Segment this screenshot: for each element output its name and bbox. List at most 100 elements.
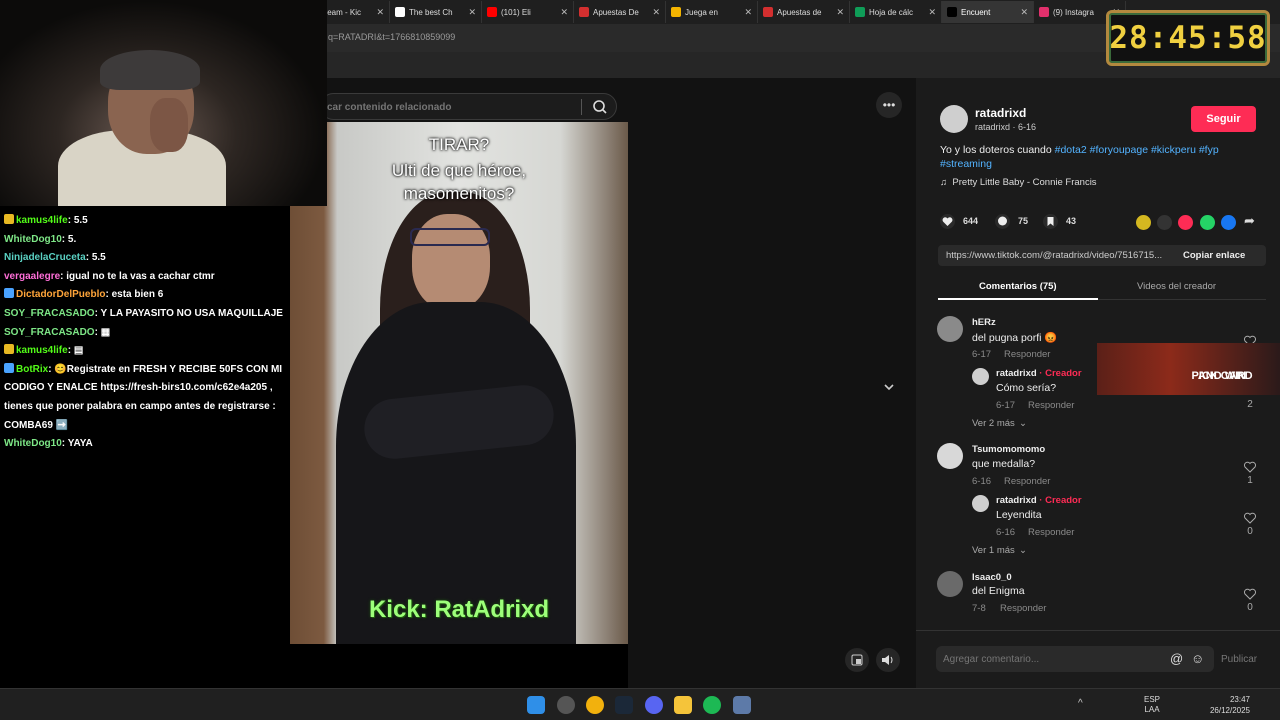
windows-taskbar: ^ ESP LAA 23:47 26/12/2025 [0, 688, 1280, 720]
close-icon[interactable]: ✕ [928, 7, 936, 18]
coin-share-icon[interactable] [1136, 215, 1151, 230]
close-icon[interactable]: ✕ [744, 7, 752, 18]
close-icon[interactable]: ✕ [652, 7, 660, 18]
reply-button[interactable]: Responder [1004, 349, 1050, 360]
comment-like-icon[interactable] [1243, 460, 1257, 473]
start-icon[interactable] [527, 696, 545, 714]
related-search-input[interactable] [327, 99, 577, 115]
reply-button[interactable]: Responder [1028, 400, 1074, 411]
down-arrow-icon[interactable] [876, 374, 902, 400]
file-explorer-icon[interactable] [674, 696, 692, 714]
close-icon[interactable]: ✕ [560, 7, 568, 18]
reply-button[interactable]: Responder [1000, 603, 1046, 614]
chat-message: BotRix: 😊Registrate en FRESH Y RECIBE 50… [4, 361, 304, 435]
reply-avatar[interactable] [972, 368, 989, 385]
hashtag-fyp[interactable]: #fyp [1199, 144, 1219, 156]
close-icon[interactable]: ✕ [836, 7, 844, 18]
publish-button[interactable]: Publicar [1221, 654, 1257, 665]
search-icon[interactable] [589, 97, 611, 117]
hashtag-kickperu[interactable]: #kickperu [1151, 144, 1196, 156]
copy-link-button[interactable]: Copiar enlace [1183, 250, 1245, 261]
comment-avatar[interactable] [937, 443, 963, 469]
chat-username[interactable]: kamus4life [16, 215, 68, 226]
follow-button[interactable]: Seguir [1191, 106, 1256, 132]
close-icon[interactable]: ✕ [1020, 7, 1028, 18]
mention-icon[interactable]: @ [1170, 651, 1183, 666]
music-row[interactable]: ♫ Pretty Little Baby - Connie Francis [940, 177, 1097, 188]
ad-banner[interactable]: PICK CARD AND WIN [1097, 343, 1280, 395]
comment-username[interactable]: hERz [972, 317, 996, 328]
browser-tab[interactable]: Apuestas de ✕ [758, 1, 850, 23]
chat-username[interactable]: NinjadelaCruceta [4, 252, 86, 263]
author-avatar[interactable] [940, 105, 968, 133]
reply-like-count: 2 [1247, 399, 1253, 410]
hashtag-streaming[interactable]: #streaming [940, 158, 992, 170]
tab-comments[interactable]: Comentarios (75) [979, 281, 1057, 292]
chat-message: SOY_FRACASADO: ▦ [4, 324, 304, 343]
video-player[interactable]: TIRAR? Ulti de que héroe, masomenitos? K… [290, 122, 628, 644]
reply-like-icon[interactable] [1243, 511, 1257, 524]
reply-username[interactable]: ratadrixd · Creador [996, 495, 1082, 506]
comment-username[interactable]: Tsumomomomo [972, 444, 1045, 455]
comment-avatar[interactable] [937, 316, 963, 342]
whatsapp-icon[interactable] [1200, 215, 1215, 230]
reply-button[interactable]: Responder [1028, 527, 1074, 538]
comment-icon[interactable] [995, 214, 1010, 229]
chat-username[interactable]: vergaalegre [4, 271, 60, 282]
embed-icon[interactable] [1157, 215, 1172, 230]
address-url-fragment[interactable]: q=RATADRI&t=1766810859099 [328, 32, 455, 42]
hashtag-foryoupage[interactable]: #foryoupage [1090, 144, 1148, 156]
chevron-down-icon[interactable]: ⌄ [1019, 545, 1027, 556]
view-more-replies[interactable]: Ver 1 más [972, 545, 1015, 556]
comment-text: del Enigma [972, 585, 1025, 597]
chat-username[interactable]: WhiteDog10 [4, 234, 62, 245]
chrome-icon[interactable] [586, 696, 604, 714]
discord-icon[interactable] [645, 696, 663, 714]
author-username[interactable]: ratadrixd [975, 106, 1026, 120]
share-arrow-icon[interactable]: ➦ [1244, 213, 1255, 229]
related-search-box[interactable] [320, 93, 617, 120]
volume-icon[interactable] [876, 648, 900, 672]
chat-username[interactable]: SOY_FRACASADO [4, 308, 95, 319]
close-icon[interactable]: ✕ [468, 7, 476, 18]
like-icon[interactable] [940, 214, 955, 229]
comment-avatar[interactable] [937, 571, 963, 597]
comment-username[interactable]: Isaac0_0 [972, 572, 1012, 583]
tray-chevron-icon[interactable]: ^ [1078, 698, 1083, 709]
bookmark-icon[interactable] [1043, 214, 1058, 229]
clock[interactable]: 23:47 26/12/2025 [1208, 694, 1250, 716]
send-icon[interactable] [1178, 215, 1193, 230]
language-indicator[interactable]: ESP LAA [1144, 695, 1160, 715]
chat-username[interactable]: BotRix [16, 364, 48, 375]
music-title[interactable]: Pretty Little Baby - Connie Francis [952, 177, 1096, 188]
browser-tab[interactable]: (101) Eli ✕ [482, 1, 574, 23]
browser-tab[interactable]: Apuestas De ✕ [574, 1, 666, 23]
close-icon[interactable]: ✕ [376, 7, 384, 18]
comment-like-icon[interactable] [1243, 587, 1257, 600]
browser-tab[interactable]: Encuent ✕ [942, 1, 1034, 23]
search-taskbar-icon[interactable] [557, 696, 575, 714]
more-options-icon[interactable]: ••• [876, 92, 902, 118]
calculator-icon[interactable] [733, 696, 751, 714]
chat-username[interactable]: WhiteDog10 [4, 438, 62, 449]
steam-icon[interactable] [615, 696, 633, 714]
browser-tab[interactable]: The best Ch ✕ [390, 1, 482, 23]
chat-username[interactable]: SOY_FRACASADO [4, 327, 95, 338]
browser-tab[interactable]: Hoja de cálc ✕ [850, 1, 942, 23]
reply-avatar[interactable] [972, 495, 989, 512]
chat-username[interactable]: kamus4life [16, 345, 68, 356]
chevron-down-icon[interactable]: ⌄ [1019, 418, 1027, 429]
emoji-icon[interactable]: ☺ [1191, 651, 1204, 666]
hashtag-dota2[interactable]: #dota2 [1055, 144, 1087, 156]
view-more-replies[interactable]: Ver 2 más [972, 418, 1015, 429]
spotify-icon[interactable] [703, 696, 721, 714]
reply-username[interactable]: ratadrixd · Creador [996, 368, 1082, 379]
facebook-icon[interactable] [1221, 215, 1236, 230]
chat-username[interactable]: DictadorDelPueblo [16, 289, 105, 300]
browser-tab[interactable]: Juega en ✕ [666, 1, 758, 23]
reply-button[interactable]: Responder [1004, 476, 1050, 487]
ad-text[interactable]: PICK CARD AND WIN [1188, 357, 1272, 382]
tab-creator-videos[interactable]: Videos del creador [1137, 281, 1216, 292]
video-link[interactable]: https://www.tiktok.com/@ratadrixd/video/… [946, 250, 1168, 261]
pip-icon[interactable] [845, 648, 869, 672]
